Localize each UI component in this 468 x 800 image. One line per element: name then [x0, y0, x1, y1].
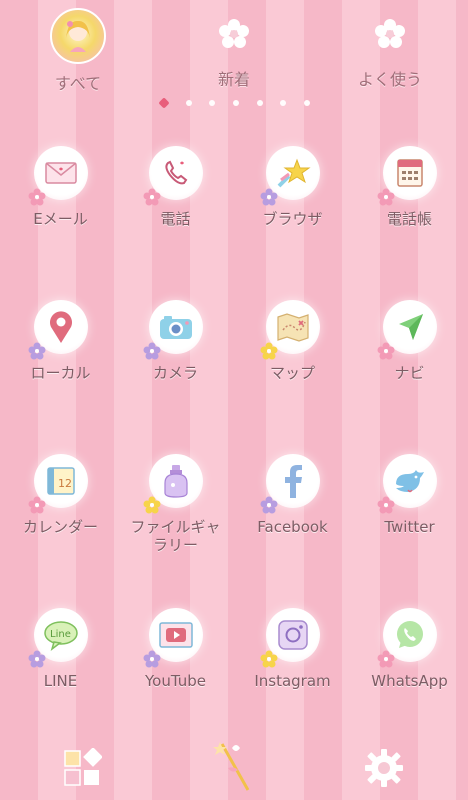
page-indicator: [158, 96, 310, 110]
app-file-gallery[interactable]: ファイルギャ ラリー: [117, 454, 234, 564]
svg-text:Line: Line: [50, 629, 71, 640]
wand-button[interactable]: [204, 740, 264, 796]
app-twitter[interactable]: Twitter: [351, 454, 468, 564]
app-label: Eメール: [33, 210, 88, 228]
svg-text:12: 12: [58, 477, 72, 490]
phone-icon: [143, 146, 203, 206]
app-email[interactable]: Eメール: [2, 146, 119, 256]
app-label: ローカル: [30, 364, 91, 382]
page-dot: [303, 100, 310, 106]
facebook-icon: [260, 454, 320, 514]
app-drawer-icon: [64, 748, 102, 786]
app-label: LINE: [43, 672, 78, 690]
home-screen: すべて 新着 よく使う Eメール 電話 ブラウザ 電話帳 ローカル カメラ マッ…: [0, 0, 468, 800]
flower-icon: [364, 8, 416, 60]
perfume-bottle-icon: [143, 454, 203, 514]
page-dot: [185, 100, 192, 106]
app-navi[interactable]: ナビ: [351, 300, 468, 410]
line-chat-icon: Line: [28, 608, 88, 668]
app-label: カメラ: [152, 364, 198, 382]
tab-frequent[interactable]: よく使う: [330, 8, 450, 93]
magic-wand-icon: [213, 742, 250, 791]
settings-gear-icon: [365, 749, 403, 787]
page-dot: [280, 100, 287, 106]
instagram-icon: [260, 608, 320, 668]
app-local[interactable]: ローカル: [2, 300, 119, 410]
settings-button[interactable]: [354, 740, 414, 796]
app-contacts[interactable]: 電話帳: [351, 146, 468, 256]
address-book-icon: [377, 146, 437, 206]
map-icon: [260, 300, 320, 360]
navigation-arrow-icon: [377, 300, 437, 360]
bird-icon: [377, 454, 437, 514]
tab-new[interactable]: 新着: [174, 8, 294, 93]
app-label-line1: ファイルギャ: [130, 518, 221, 536]
app-drawer-button[interactable]: [52, 740, 112, 796]
app-browser[interactable]: ブラウザ: [234, 146, 351, 256]
tab-all[interactable]: すべて: [18, 8, 138, 93]
page-dot-active: [158, 97, 170, 109]
app-label: YouTube: [145, 672, 206, 690]
app-grid: Eメール 電話 ブラウザ 電話帳 ローカル カメラ マップ ナビ 12 カレンダ…: [0, 140, 468, 720]
page-dot: [209, 100, 216, 106]
flower-icon: [208, 8, 260, 60]
app-label: 電話帳: [386, 210, 432, 228]
app-instagram[interactable]: Instagram: [234, 608, 351, 718]
app-phone[interactable]: 電話: [117, 146, 234, 256]
app-line[interactable]: Line LINE: [2, 608, 119, 718]
app-label: ブラウザ: [262, 210, 323, 228]
shooting-star-icon: [260, 146, 320, 206]
avatar-girl-icon: [50, 8, 106, 64]
app-label: Twitter: [384, 518, 435, 536]
page-dot: [232, 100, 239, 106]
app-label: WhatsApp: [371, 672, 448, 690]
app-label: Instagram: [254, 672, 331, 690]
app-map[interactable]: マップ: [234, 300, 351, 410]
calendar-icon: 12: [28, 454, 88, 514]
app-label: カレンダー: [22, 518, 98, 536]
page-dot: [256, 100, 263, 106]
app-calendar[interactable]: 12 カレンダー: [2, 454, 119, 564]
app-whatsapp[interactable]: WhatsApp: [351, 608, 468, 718]
tab-frequent-label: よく使う: [357, 70, 422, 89]
envelope-icon: [28, 146, 88, 206]
youtube-icon: [143, 608, 203, 668]
map-pin-icon: [28, 300, 88, 360]
tab-all-label: すべて: [54, 74, 102, 93]
camera-icon: [143, 300, 203, 360]
app-label: 電話: [160, 210, 191, 228]
app-label: ファイルギャ ラリー: [117, 518, 234, 554]
top-tab-bar: すべて 新着 よく使う: [0, 0, 468, 100]
app-label: ナビ: [394, 364, 425, 382]
app-youtube[interactable]: YouTube: [117, 608, 234, 718]
app-label: マップ: [269, 364, 315, 382]
app-label: Facebook: [257, 518, 328, 536]
app-facebook[interactable]: Facebook: [234, 454, 351, 564]
app-camera[interactable]: カメラ: [117, 300, 234, 410]
app-label-line2: ラリー: [152, 536, 198, 554]
whatsapp-icon: [377, 608, 437, 668]
tab-new-label: 新着: [217, 70, 250, 89]
dock: [0, 740, 468, 800]
